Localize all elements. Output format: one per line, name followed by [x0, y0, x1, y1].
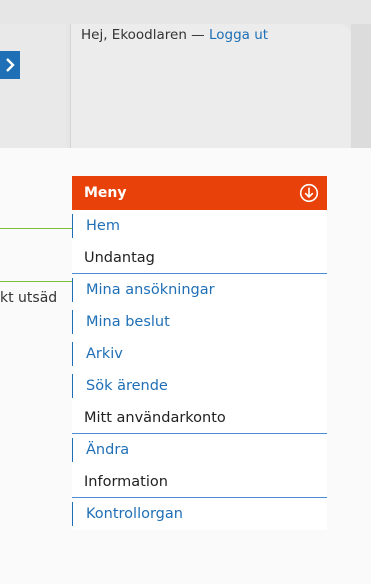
divider-line [0, 228, 72, 229]
menu-item-mina-beslut[interactable]: Mina beslut [72, 306, 327, 338]
menu-item-arkiv[interactable]: Arkiv [72, 338, 327, 370]
truncated-content-text: kt utsäd [0, 290, 58, 306]
menu-section-undantag: Undantag [72, 242, 327, 274]
menu-item-hem[interactable]: Hem [72, 210, 327, 242]
right-strip [351, 24, 371, 148]
menu-header[interactable]: Meny [72, 176, 327, 210]
left-panel [0, 24, 66, 148]
menu-item-andra[interactable]: Ändra [72, 434, 327, 466]
menu-title: Meny [84, 185, 127, 201]
chevron-right-icon [6, 58, 15, 72]
user-panel: Hej, Ekoodlaren — Logga ut [70, 24, 351, 148]
menu-item-kontrollorgan[interactable]: Kontrollorgan [72, 498, 327, 530]
logout-link[interactable]: Logga ut [209, 27, 268, 43]
divider-line [0, 281, 72, 282]
page: Hej, Ekoodlaren — Logga ut kt utsäd Meny… [0, 0, 371, 584]
menu-section-information: Information [72, 466, 327, 498]
menu-item-mina-ansokningar[interactable]: Mina ansökningar [72, 274, 327, 306]
next-button[interactable] [0, 51, 20, 79]
menu-section-mitt-anvandarkonto: Mitt användarkonto [72, 402, 327, 434]
greeting-text: Hej, Ekoodlaren — [81, 27, 209, 43]
circle-arrow-down-icon[interactable] [299, 183, 319, 203]
menu-item-sok-arende[interactable]: Sök ärende [72, 370, 327, 402]
main-menu: Meny Hem Undantag Mina ansökningar Mina … [72, 176, 327, 530]
greeting: Hej, Ekoodlaren — Logga ut [81, 27, 268, 43]
